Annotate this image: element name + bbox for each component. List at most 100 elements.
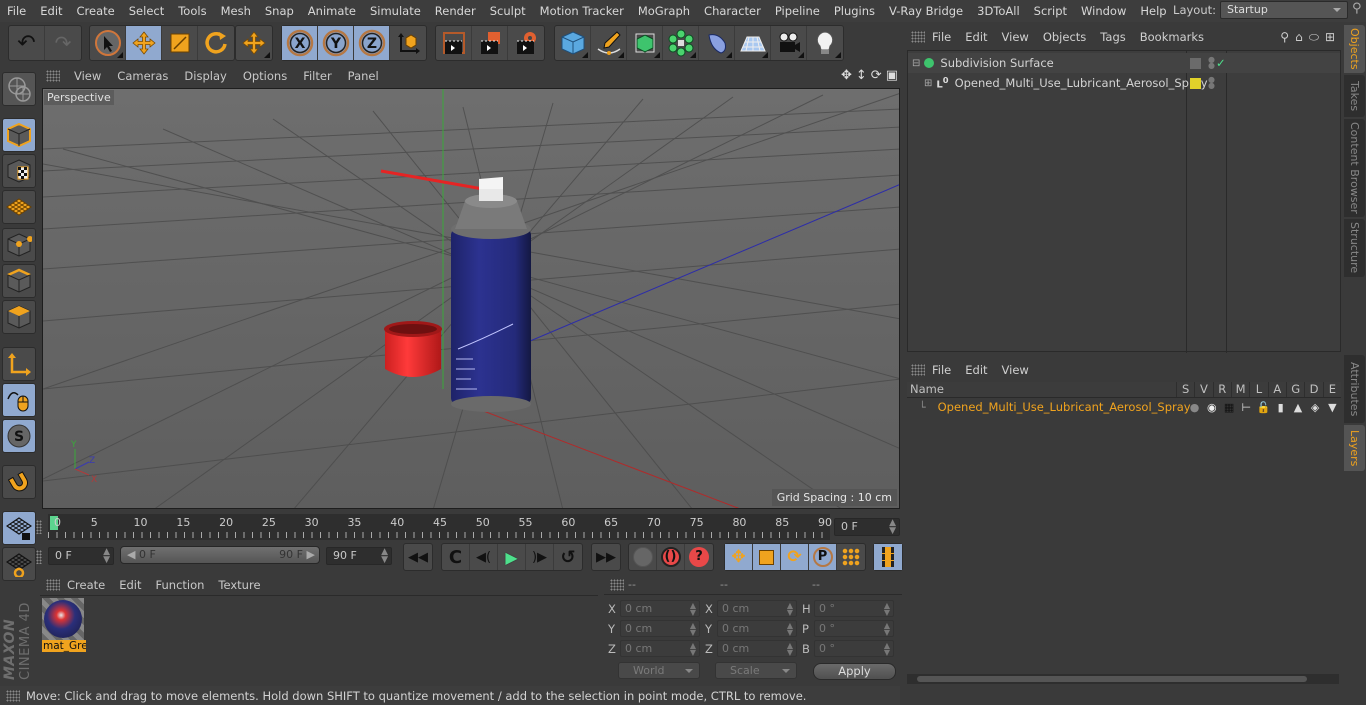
timeline-window-button[interactable] <box>874 544 902 570</box>
autokey-button[interactable]: () <box>657 544 685 570</box>
viewport-menu-cameras[interactable]: Cameras <box>109 69 176 83</box>
model-mode-button[interactable] <box>2 118 36 152</box>
status-grip-icon[interactable] <box>6 690 20 702</box>
column-view[interactable]: V <box>1194 382 1212 397</box>
home-icon[interactable]: ⌂ <box>1295 30 1303 45</box>
menu-mograph[interactable]: MoGraph <box>631 4 697 18</box>
material-item[interactable]: mat_Gre <box>42 598 86 654</box>
spinner-icon[interactable]: ▲ ▼ <box>787 622 793 637</box>
3d-viewport[interactable]: Y Z X Perspective Grid Spacing : 10 cm <box>42 88 900 509</box>
menu-snap[interactable]: Snap <box>258 4 301 18</box>
move-button[interactable] <box>126 26 162 60</box>
material-grip-icon[interactable] <box>46 579 60 591</box>
layer-menu-edit[interactable]: Edit <box>958 363 994 377</box>
menu-animate[interactable]: Animate <box>301 4 363 18</box>
light-button[interactable] <box>807 26 843 60</box>
points-mode-button[interactable] <box>2 228 36 262</box>
key-scale-button[interactable] <box>753 544 781 570</box>
collapse-icon[interactable]: ⊟ <box>912 58 920 69</box>
key-parameter-button[interactable]: P <box>809 544 837 570</box>
previous-frame-button[interactable]: ◀( <box>470 544 498 570</box>
spinner-icon[interactable]: ▲ ▼ <box>103 548 110 565</box>
layer-color-swatch[interactable] <box>1190 77 1201 89</box>
viewport-menu-options[interactable]: Options <box>235 69 295 83</box>
recent-tool-button[interactable] <box>236 26 272 60</box>
menu-create[interactable]: Create <box>70 4 122 18</box>
coordinate-space-dropdown[interactable]: World <box>618 662 700 679</box>
menu-3dtoall[interactable]: 3DToAll <box>970 4 1027 18</box>
scrollbar-thumb[interactable] <box>917 676 1307 682</box>
solo-toggle-icon[interactable]: ● <box>1186 401 1203 414</box>
menu-file[interactable]: File <box>0 4 33 18</box>
next-key-button[interactable]: ↺ <box>554 544 582 570</box>
next-frame-button[interactable]: )▶ <box>526 544 554 570</box>
generators-toggle-icon[interactable]: ▲ <box>1289 401 1306 414</box>
viewport-menu-view[interactable]: View <box>66 69 109 83</box>
menu-character[interactable]: Character <box>697 4 768 18</box>
object-grip-icon[interactable] <box>911 31 925 43</box>
menu-render[interactable]: Render <box>428 4 483 18</box>
cloner-button[interactable] <box>663 26 699 60</box>
coordinate-mode-dropdown[interactable]: Scale <box>715 662 797 679</box>
redo-button[interactable]: ↷ <box>45 26 81 60</box>
search-icon[interactable]: ⚲ <box>1352 1 1366 19</box>
object-menu-file[interactable]: File <box>925 30 958 44</box>
pen-button[interactable] <box>591 26 627 60</box>
make-editable-button[interactable] <box>2 72 36 106</box>
material-menu-create[interactable]: Create <box>60 578 112 592</box>
column-render[interactable]: R <box>1212 382 1231 397</box>
timeline-grip-icon[interactable] <box>36 520 42 534</box>
start-frame-field[interactable]: 0 F ▲ ▼ <box>48 547 114 565</box>
layout-dropdown[interactable]: Startup <box>1220 1 1348 19</box>
keyframe-selection-button[interactable]: ? <box>685 544 713 570</box>
layer-grip-icon[interactable] <box>911 364 925 376</box>
rot-b-field[interactable]: 0 ° ▲ ▼ <box>814 640 894 657</box>
menu-motion-tracker[interactable]: Motion Tracker <box>533 4 631 18</box>
manager-toggle-icon[interactable]: ⊢ <box>1238 401 1255 414</box>
tab-attributes[interactable]: Attributes <box>1344 355 1365 423</box>
menu-simulate[interactable]: Simulate <box>363 4 428 18</box>
render-settings-button[interactable] <box>508 26 544 60</box>
spinner-icon[interactable]: ▲ ▼ <box>884 642 890 657</box>
edges-mode-button[interactable] <box>2 264 36 298</box>
rot-p-field[interactable]: 0 ° ▲ ▼ <box>814 620 894 637</box>
tab-structure[interactable]: Structure <box>1344 219 1365 277</box>
spinner-icon[interactable]: ▲ ▼ <box>690 622 696 637</box>
spinner-icon[interactable]: ▲ ▼ <box>787 602 793 617</box>
play-button[interactable]: ▶ <box>498 544 526 570</box>
object-menu-edit[interactable]: Edit <box>958 30 994 44</box>
axis-mode-button[interactable] <box>2 347 36 381</box>
polygons-mode-button[interactable] <box>2 300 36 334</box>
snap-button[interactable]: S <box>2 419 36 453</box>
x-axis-lock-button[interactable]: X <box>282 26 318 60</box>
column-deformers[interactable]: D <box>1304 382 1322 397</box>
rot-h-field[interactable]: 0 ° ▲ ▼ <box>814 600 894 617</box>
render-view-button[interactable] <box>436 26 472 60</box>
key-rotation-button[interactable]: ⟳ <box>781 544 809 570</box>
menu-pipeline[interactable]: Pipeline <box>768 4 827 18</box>
pos-z-field[interactable]: 0 cm ▲ ▼ <box>620 640 700 657</box>
key-pla-button[interactable] <box>837 544 865 570</box>
previous-key-button[interactable]: C <box>442 544 470 570</box>
visibility-dots-icon[interactable]: ● ● <box>1208 56 1215 70</box>
column-animation[interactable]: A <box>1267 382 1286 397</box>
object-row[interactable]: ⊞ L0 Opened_Multi_Use_Lubricant_Aerosol_… <box>908 73 1340 93</box>
view-toggle-icon[interactable]: ◉ <box>1203 401 1220 414</box>
planar-workplane-button[interactable] <box>2 547 36 581</box>
render-toggle-icon[interactable]: ▦ <box>1220 401 1237 414</box>
layer-menu-file[interactable]: File <box>925 363 958 377</box>
search-icon[interactable]: ⚲ <box>1280 30 1289 45</box>
subdivision-surface-button[interactable] <box>627 26 663 60</box>
object-menu-bookmarks[interactable]: Bookmarks <box>1133 30 1211 44</box>
dolly-view-icon[interactable]: ↕ <box>856 68 867 83</box>
viewport-menu-filter[interactable]: Filter <box>295 69 339 83</box>
apply-button[interactable]: Apply <box>813 663 896 680</box>
menu-help[interactable]: Help <box>1133 4 1173 18</box>
layer-row[interactable]: └ Opened_Multi_Use_Lubricant_Aerosol_Spr… <box>907 398 1341 416</box>
rotate-view-icon[interactable]: ⟳ <box>871 68 882 83</box>
enabled-check-icon[interactable]: ✓ <box>1216 56 1226 70</box>
spinner-icon[interactable]: ▲ ▼ <box>889 519 896 536</box>
object-row[interactable]: ⊟ Subdivision Surface ● ● ✓ <box>908 53 1340 73</box>
spinner-icon[interactable]: ▲ ▼ <box>381 548 388 565</box>
size-y-field[interactable]: 0 cm ▲ ▼ <box>717 620 797 637</box>
